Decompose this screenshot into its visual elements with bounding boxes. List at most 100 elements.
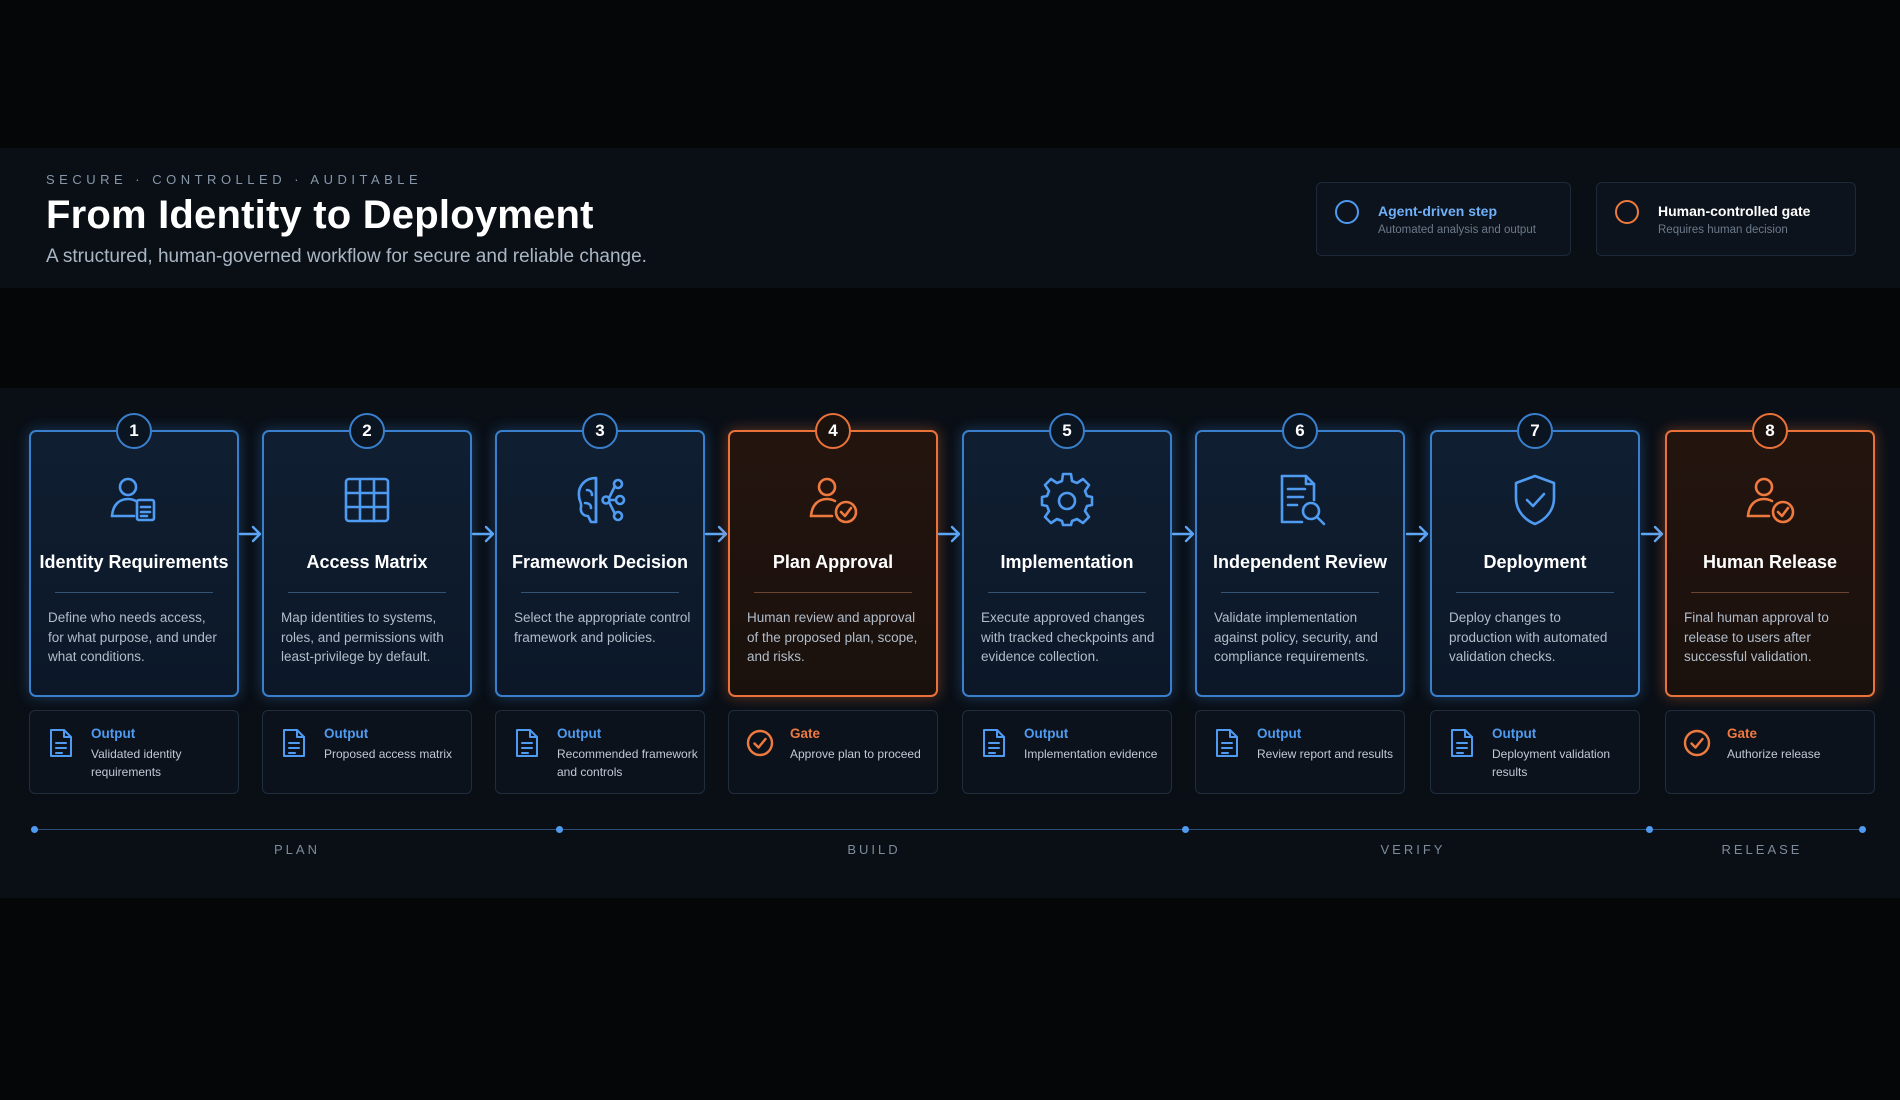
gate-text: Approve plan to proceed [790,747,921,761]
step-card-8: 8 Human Release Final human approval to … [1665,413,1875,697]
tagline: SECURE · CONTROLLED · AUDITABLE [46,172,423,187]
step-number-badge: 6 [1282,413,1318,449]
step-divider [1456,592,1614,593]
phase-label-build: BUILD [847,842,901,857]
output-card-1: Output Validated identity requirements [29,710,239,794]
legend-agent-driven: Agent-driven step Automated analysis and… [1316,182,1571,256]
gear-icon [1037,470,1097,530]
user-check-icon [803,470,863,530]
step-card-4: 4 Plan Approval Human review and approva… [728,413,938,697]
step-divider [754,592,912,593]
output-text: Review report and results [1257,747,1394,761]
step-card-7: 7 Deployment Deploy changes to productio… [1430,413,1640,697]
document-icon [280,727,308,759]
step-number-badge: 2 [349,413,385,449]
check-circle-icon [1683,727,1711,759]
step-card-3: 3 Framework Decision Select the appropri… [495,413,705,697]
gate-label: Gate [790,726,821,741]
step-title: Implementation [1000,551,1134,572]
output-text: Proposed access matrix [324,747,453,761]
step-description: Deploy changes to production with automa… [1449,610,1608,664]
output-card-5: Output Implementation evidence [962,710,1172,794]
arrow-right-icon [471,524,497,544]
step-title: Identity Requirements [39,551,229,572]
blue-ring-icon [1335,200,1359,224]
output-card-7: Output Deployment validation results [1430,710,1640,794]
step-title: Independent Review [1212,551,1388,572]
legend-agent-title: Agent-driven step [1378,203,1498,219]
arrow-right-icon [1405,524,1431,544]
step-description: Validate implementation against policy, … [1214,610,1378,664]
step-number-badge: 5 [1049,413,1085,449]
output-text: Implementation evidence [1024,747,1158,761]
page-title: From Identity to Deployment [46,193,594,237]
step-divider [988,592,1146,593]
document-icon [1213,727,1241,759]
step-card-2: 2 Access Matrix Map identities to system… [262,413,472,697]
step-divider [1691,592,1849,593]
document-icon [980,727,1008,759]
step-divider [521,592,679,593]
document-search-icon [1270,470,1330,530]
grid-icon [337,470,397,530]
arrow-right-icon [1640,524,1666,544]
phase-timeline [34,829,1864,830]
step-number-badge: 3 [582,413,618,449]
arrow-right-icon [1171,524,1197,544]
phase-dot [556,826,563,833]
user-check-icon [1740,470,1800,530]
output-label: Output [557,726,602,741]
step-title: Human Release [1702,551,1838,572]
step-number-badge: 1 [116,413,152,449]
step-description: Map identities to systems, roles, and pe… [281,610,444,664]
step-number-badge: 8 [1752,413,1788,449]
phase-label-release: RELEASE [1721,842,1803,857]
output-label: Output [324,726,369,741]
output-label: Output [1492,726,1537,741]
gate-text: Authorize release [1727,747,1821,761]
gate-card-4: Gate Approve plan to proceed [728,710,938,794]
legend-agent-desc: Automated analysis and output [1378,224,1536,236]
output-label: Output [91,726,136,741]
legend-human-title: Human-controlled gate [1658,203,1811,219]
check-circle-icon [746,727,774,759]
step-title: Plan Approval [772,551,894,572]
step-title: Framework Decision [511,551,689,572]
output-text: Recommended framework and controls [557,747,698,779]
document-icon [513,727,541,759]
network-icon [570,470,630,530]
step-description: Execute approved changes with tracked ch… [981,610,1155,664]
output-text: Deployment validation results [1492,747,1611,779]
step-description: Final human approval to release to users… [1684,610,1829,664]
user-document-icon [104,470,164,530]
step-number-badge: 7 [1517,413,1553,449]
phase-dot [1646,826,1653,833]
phase-dot [31,826,38,833]
step-divider [55,592,213,593]
phase-label-verify: VERIFY [1380,842,1446,857]
legend-human-controlled: Human-controlled gate Requires human dec… [1596,182,1856,256]
step-title: Deployment [1483,551,1587,572]
step-title: Access Matrix [306,551,428,572]
step-number-badge: 4 [815,413,851,449]
phase-label-plan: PLAN [274,842,320,857]
output-text: Validated identity requirements [91,747,182,779]
output-label: Output [1257,726,1302,741]
document-icon [47,727,75,759]
gate-card-8: Gate Authorize release [1665,710,1875,794]
step-divider [1221,592,1379,593]
output-card-3: Output Recommended framework and control… [495,710,705,794]
step-card-5: 5 Implementation Execute approved change… [962,413,1172,697]
legend-human-desc: Requires human decision [1658,224,1788,236]
step-description: Human review and approval of the propose… [747,610,918,664]
phase-dot [1859,826,1866,833]
output-label: Output [1024,726,1069,741]
document-icon [1448,727,1476,759]
output-card-6: Output Review report and results [1195,710,1405,794]
step-card-6: 6 Independent Review Validate implementa… [1195,413,1405,697]
arrow-right-icon [238,524,264,544]
arrow-right-icon [937,524,963,544]
output-card-2: Output Proposed access matrix [262,710,472,794]
page-subtitle: A structured, human-governed workflow fo… [46,246,647,267]
arrow-right-icon [704,524,730,544]
